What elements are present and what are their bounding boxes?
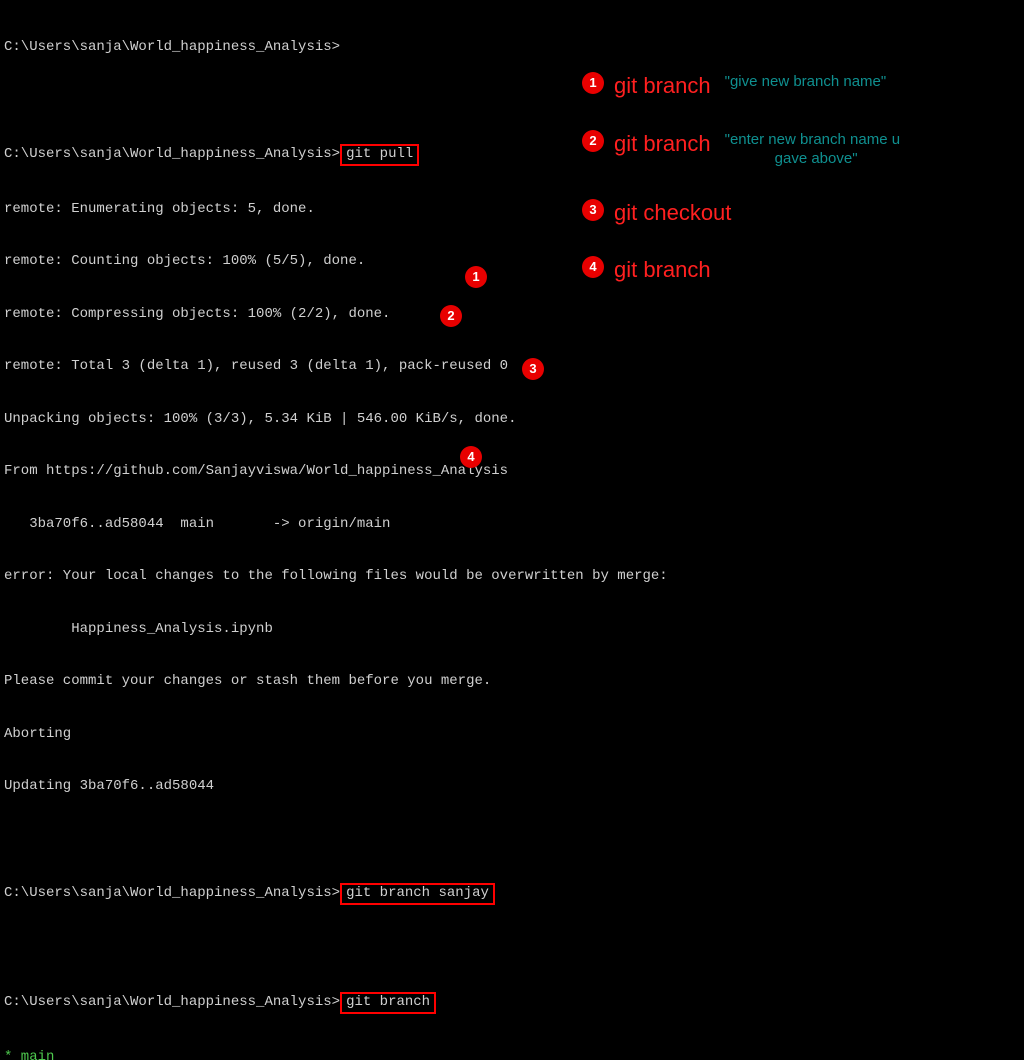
- prompt: C:\Users\sanja\World_happiness_Analysis>: [4, 994, 340, 1010]
- annot-command: git branch: [614, 72, 711, 100]
- annot-command: git branch: [614, 256, 711, 284]
- output-line: Happiness_Analysis.ipynb: [4, 621, 668, 639]
- badge-3-icon: 3: [582, 199, 604, 221]
- annot-command: git branch: [614, 130, 711, 158]
- annotation-legend: 1 git branch "give new branch name" 2 gi…: [582, 72, 900, 314]
- prompt: C:\Users\sanja\World_happiness_Analysis>: [4, 39, 340, 55]
- branch-current: * main: [4, 1049, 668, 1060]
- badge-4-icon: 4: [460, 446, 482, 468]
- terminal[interactable]: C:\Users\sanja\World_happiness_Analysis>…: [0, 0, 672, 1060]
- output-line: error: Your local changes to the followi…: [4, 568, 668, 586]
- cmd-git-branch-list: git branch: [340, 992, 436, 1014]
- annotation-row: 4 git branch: [582, 256, 900, 284]
- annotation-row: 2 git branch "enter new branch name u ga…: [582, 130, 900, 169]
- cmd-git-pull: git pull: [340, 144, 419, 166]
- output-line: Aborting: [4, 726, 668, 744]
- annot-hint: "enter new branch name u gave above": [725, 130, 900, 169]
- badge-1-icon: 1: [465, 266, 487, 288]
- output-line: Please commit your changes or stash them…: [4, 673, 668, 691]
- badge-2-icon: 2: [440, 305, 462, 327]
- badge-3-icon: 3: [522, 358, 544, 380]
- output-line: Updating 3ba70f6..ad58044: [4, 778, 668, 796]
- prompt: C:\Users\sanja\World_happiness_Analysis>: [4, 885, 340, 901]
- badge-4-icon: 4: [582, 256, 604, 278]
- output-line: remote: Total 3 (delta 1), reused 3 (del…: [4, 358, 668, 376]
- badge-1-icon: 1: [582, 72, 604, 94]
- output-line: remote: Enumerating objects: 5, done.: [4, 201, 668, 219]
- annot-hint: "give new branch name": [725, 72, 887, 92]
- annotation-row: 1 git branch "give new branch name": [582, 72, 900, 100]
- prompt: C:\Users\sanja\World_happiness_Analysis>: [4, 146, 340, 162]
- cmd-git-branch-create: git branch sanjay: [340, 883, 495, 905]
- badge-2-icon: 2: [582, 130, 604, 152]
- annot-command: git checkout: [614, 199, 731, 227]
- output-line: Unpacking objects: 100% (3/3), 5.34 KiB …: [4, 411, 668, 429]
- output-line: remote: Compressing objects: 100% (2/2),…: [4, 306, 668, 324]
- output-line: From https://github.com/Sanjayviswa/Worl…: [4, 463, 668, 481]
- annotation-row: 3 git checkout: [582, 199, 900, 227]
- output-line: 3ba70f6..ad58044 main -> origin/main: [4, 516, 668, 534]
- output-line: remote: Counting objects: 100% (5/5), do…: [4, 253, 668, 271]
